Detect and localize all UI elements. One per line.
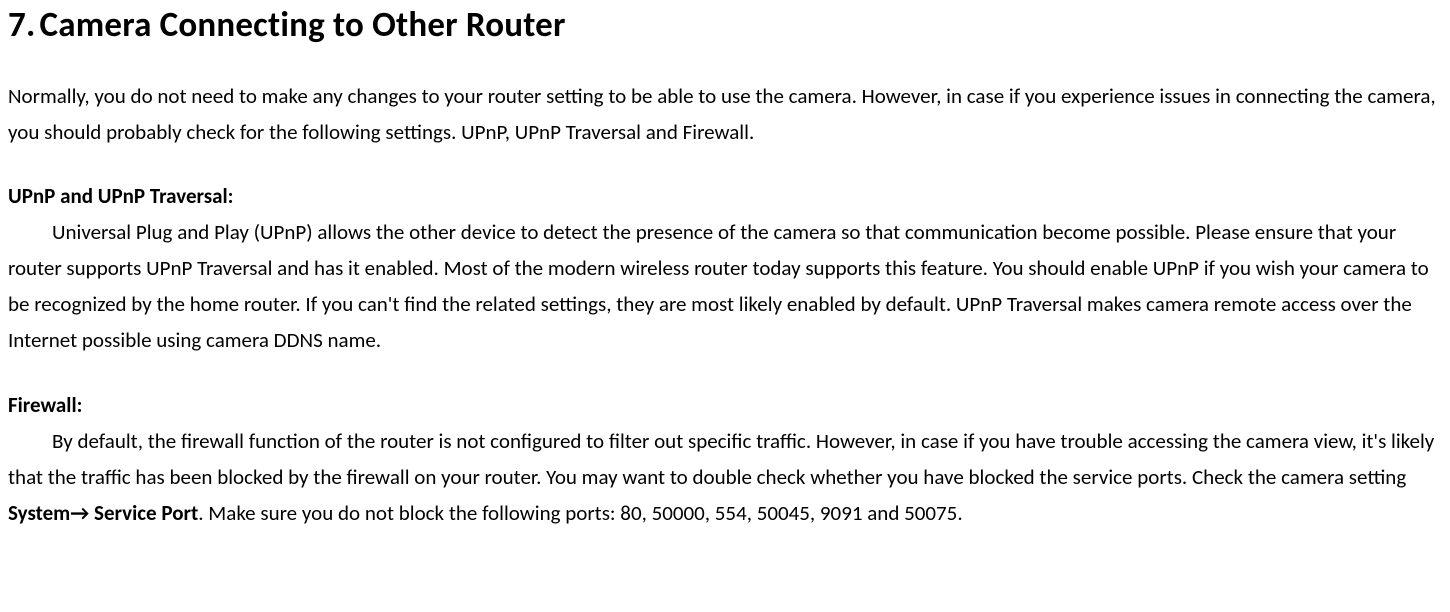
intro-paragraph: Normally, you do not need to make any ch…: [8, 78, 1444, 150]
firewall-heading: Firewall:: [8, 387, 1444, 423]
firewall-pre: By default, the firewall function of the…: [8, 428, 1434, 490]
firewall-post: . Make sure you do not block the followi…: [198, 500, 962, 526]
section-number: 7.: [8, 4, 36, 48]
firewall-text: By default, the firewall function of the…: [8, 423, 1444, 531]
upnp-text: Universal Plug and Play (UPnP) allows th…: [8, 214, 1444, 358]
section-title: Camera Connecting to Other Router: [40, 4, 566, 46]
firewall-path-service-port: Service Port: [89, 500, 198, 526]
upnp-heading: UPnP and UPnP Traversal:: [8, 178, 1444, 214]
firewall-path-system: System: [8, 500, 70, 526]
document-page: 7.Camera Connecting to Other Router Norm…: [0, 0, 1450, 569]
firewall-section: Firewall: By default, the firewall funct…: [8, 387, 1444, 531]
arrow-icon: →: [70, 500, 89, 526]
section-heading: 7.Camera Connecting to Other Router: [8, 4, 1444, 48]
upnp-section: UPnP and UPnP Traversal: Universal Plug …: [8, 178, 1444, 359]
